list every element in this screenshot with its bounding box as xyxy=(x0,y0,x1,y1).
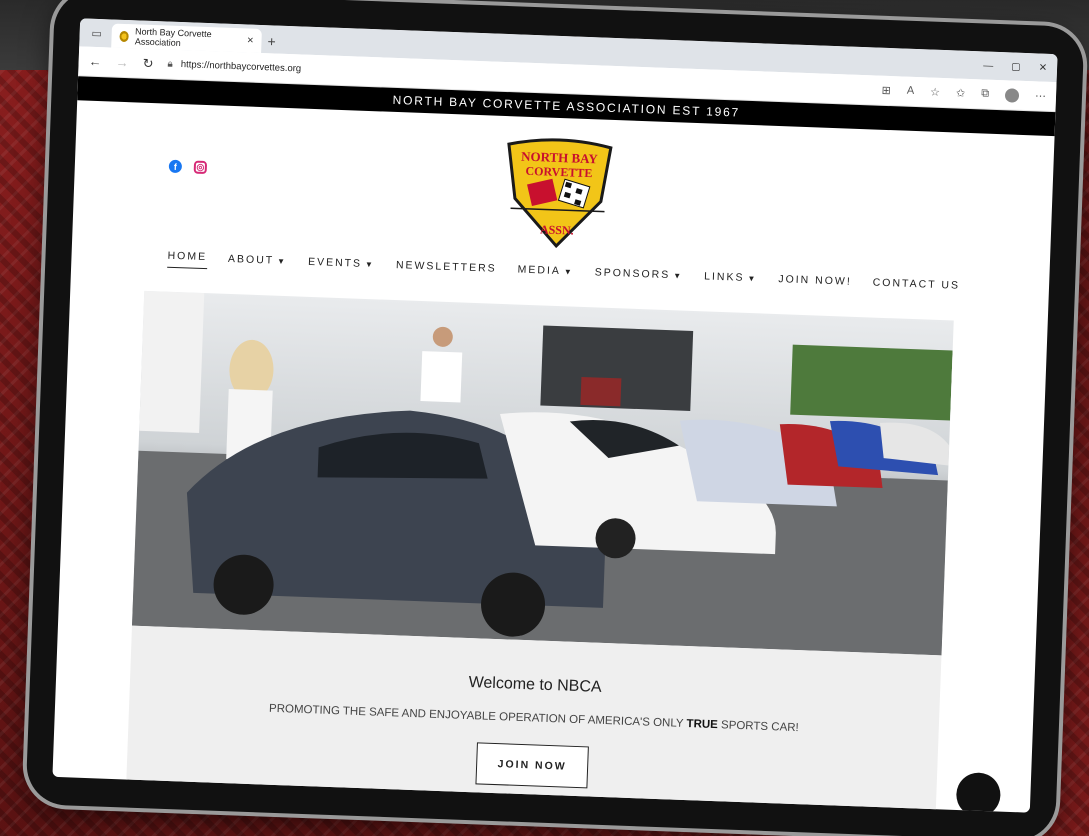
tablet-device: ▭ North Bay Corvette Association × + — ▢… xyxy=(25,0,1085,836)
site-logo[interactable]: NORTH BAY CORVETTE ASSN. xyxy=(499,136,617,250)
tab-title: North Bay Corvette Association xyxy=(134,26,212,49)
close-window-icon[interactable]: ✕ xyxy=(1038,62,1047,73)
nav-item-home[interactable]: HOME xyxy=(167,249,208,270)
favorites-icon[interactable]: ✩ xyxy=(956,86,966,100)
caret-down-icon: ▼ xyxy=(364,259,376,269)
hero-image xyxy=(132,290,954,656)
tagline-text-pre: PROMOTING THE SAFE AND ENJOYABLE OPERATI… xyxy=(268,702,687,731)
hero-photo-corvettes xyxy=(132,290,953,656)
logo-text-assn: ASSN. xyxy=(540,222,574,237)
minimize-icon[interactable]: — xyxy=(983,60,993,71)
url-text: https://northbaycorvettes.org xyxy=(180,59,302,75)
chat-widget-icon[interactable] xyxy=(955,771,1002,813)
tab-close-icon[interactable]: × xyxy=(247,34,254,46)
nav-item-label: EVENTS xyxy=(307,255,363,270)
tagline-text-post: SPORTS CAR! xyxy=(717,719,799,735)
maximize-icon[interactable]: ▢ xyxy=(1011,61,1021,72)
nav-item-newsletters[interactable]: NEWSLETTERS xyxy=(396,259,497,280)
caret-down-icon: ▼ xyxy=(673,270,684,281)
window-controls: — ▢ ✕ xyxy=(983,60,1057,74)
nav-item-join-now[interactable]: JOIN NOW! xyxy=(778,273,852,293)
forward-icon[interactable]: → xyxy=(115,55,129,70)
tagline-text-bold: TRUE xyxy=(686,718,719,732)
url-field[interactable]: 🔒︎ https://northbaycorvettes.org xyxy=(167,59,301,75)
nav-item-label: CONTACT US xyxy=(872,276,961,292)
nav-item-links[interactable]: LINKS ▼ xyxy=(704,270,758,289)
lock-icon: 🔒︎ xyxy=(167,58,174,70)
browser-screen: ▭ North Bay Corvette Association × + — ▢… xyxy=(52,18,1058,813)
nav-item-media[interactable]: MEDIA ▼ xyxy=(517,263,574,282)
nav-item-label: JOIN NOW! xyxy=(778,272,852,288)
main-nav: HOME ABOUT ▼ EVENTS ▼ NEWSLETTERS MEDIA ▼ SPONSO… xyxy=(167,249,989,298)
nav-item-about[interactable]: ABOUT ▼ xyxy=(228,252,288,271)
nav-item-label: MEDIA xyxy=(517,263,562,277)
nav-item-contact-us[interactable]: CONTACT US xyxy=(872,276,961,296)
site-header: f ◎ NORTH BAY CORVETTE ASSN. HOME ABOUT ▼ E… xyxy=(70,100,1054,326)
caret-down-icon: ▼ xyxy=(747,273,758,283)
nav-item-label: NEWSLETTERS xyxy=(395,258,497,275)
welcome-section: Welcome to NBCA PROMOTING THE SAFE AND E… xyxy=(125,625,942,813)
back-icon[interactable]: ← xyxy=(88,54,102,69)
logo-text-corvette: CORVETTE xyxy=(525,164,592,180)
add-favorite-icon[interactable]: ☆ xyxy=(930,85,940,99)
browser-toolbar: ⊞ A ☆ ✩ ⧉ ⋯ xyxy=(881,83,1046,103)
instagram-icon[interactable]: ◎ xyxy=(193,160,208,175)
caret-down-icon: ▼ xyxy=(276,256,288,266)
nav-item-label: SPONSORS xyxy=(594,265,671,281)
read-aloud-icon[interactable]: A xyxy=(907,84,915,98)
facebook-icon[interactable]: f xyxy=(168,159,183,174)
site-favicon-icon xyxy=(119,30,130,42)
nav-item-label: LINKS xyxy=(703,269,745,284)
reload-icon[interactable]: ↻ xyxy=(142,55,153,71)
tab-actions-icon[interactable]: ▭ xyxy=(87,24,106,43)
caret-down-icon: ▼ xyxy=(563,266,574,277)
apps-icon[interactable]: ⊞ xyxy=(881,83,891,97)
nav-item-events[interactable]: EVENTS ▼ xyxy=(308,255,376,274)
collections-icon[interactable]: ⧉ xyxy=(981,87,989,101)
profile-icon[interactable] xyxy=(1004,87,1020,103)
social-links: f ◎ xyxy=(168,159,208,175)
nav-item-label: ABOUT xyxy=(227,252,275,267)
join-now-button[interactable]: JOIN NOW xyxy=(475,742,589,789)
nav-item-label: HOME xyxy=(167,249,208,264)
new-tab-icon[interactable]: + xyxy=(267,33,276,49)
more-icon[interactable]: ⋯ xyxy=(1035,89,1047,103)
nav-item-sponsors[interactable]: SPONSORS ▼ xyxy=(594,265,684,286)
